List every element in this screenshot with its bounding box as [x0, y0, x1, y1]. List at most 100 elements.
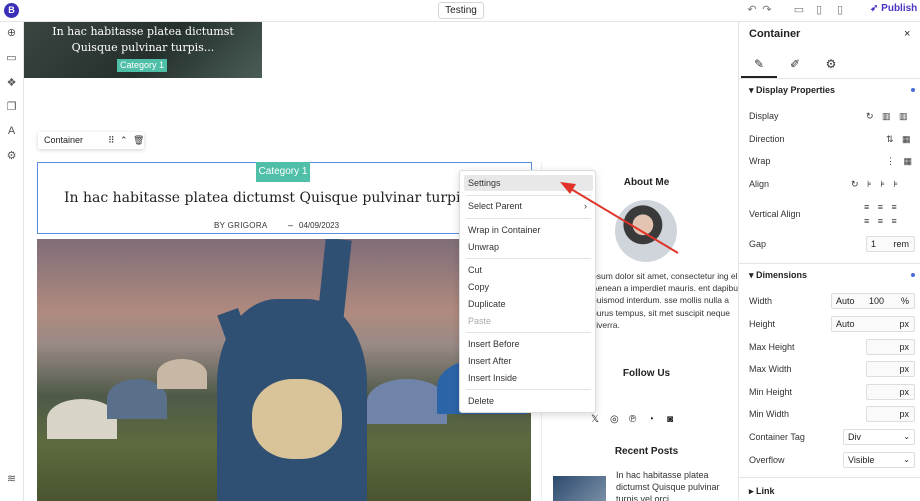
menu-item-insert-after[interactable]: Insert After [468, 353, 589, 369]
menu-item-settings[interactable]: Settings [464, 175, 593, 191]
gap-input[interactable]: 1 rem [866, 236, 915, 252]
chevron-down-icon: ⌄ [903, 455, 910, 464]
align-label: Align [749, 179, 770, 189]
layers-icon[interactable]: ≋ [5, 473, 18, 486]
height-input[interactable]: Auto px [831, 316, 915, 332]
menu-item-duplicate[interactable]: Duplicate [468, 296, 589, 312]
brush-icon: ✐ [789, 57, 801, 71]
gear-icon: ⚙ [825, 57, 837, 71]
redo-icon[interactable]: ↷ [761, 4, 773, 16]
recent-post-thumbnail[interactable] [553, 476, 606, 501]
left-sidebar: ⊕ ▭ ❖ ❐ A ⚙ ≋ [0, 22, 24, 501]
publish-button[interactable]: ➶ Publish [870, 3, 917, 14]
unit-label[interactable]: px [899, 407, 909, 421]
display-options[interactable]: ↻ ▥ ▥ [866, 111, 911, 122]
hero-category-tag[interactable]: Category 1 [117, 59, 167, 72]
messenger-icon[interactable]: ◔ [648, 414, 654, 425]
vertical-align-options-row1[interactable]: ≡ ≡ ≡ [864, 202, 900, 212]
about-avatar [615, 200, 677, 262]
unit-label[interactable]: px [899, 385, 909, 399]
menu-divider [466, 389, 591, 390]
typography-icon[interactable]: A [5, 125, 18, 138]
gap-value: 1 [871, 239, 877, 249]
width-input[interactable]: Auto 100 % [831, 293, 915, 309]
page-name-button[interactable]: Testing [438, 2, 484, 19]
menu-item-copy[interactable]: Copy [468, 279, 589, 295]
min-width-input[interactable]: px [866, 406, 915, 422]
panel-title: Container [749, 28, 801, 40]
dimensions-header[interactable]: ▾ Dimensions [749, 270, 807, 281]
recent-post-title[interactable]: In hac habitasse platea dictumst Quisque… [616, 469, 731, 501]
unit-label[interactable]: px [899, 340, 909, 354]
menu-item-insert-before[interactable]: Insert Before [468, 336, 589, 352]
top-toolbar: B Testing ↶ ↷ ▭ ▯ ▯ ➶ Publish [0, 0, 920, 22]
max-width-input[interactable]: px [866, 361, 915, 377]
width-unit[interactable]: % [901, 294, 909, 308]
max-height-input[interactable]: px [866, 339, 915, 355]
gap-unit[interactable]: rem [894, 237, 910, 251]
x-icon[interactable]: 𝕏 [591, 414, 599, 425]
delete-icon[interactable]: 🗑 [133, 132, 144, 149]
post-featured-image [37, 239, 531, 501]
unit-label[interactable]: px [899, 362, 909, 376]
pencil-icon: ✎ [753, 57, 765, 71]
tab-settings[interactable]: ⚙ [813, 54, 849, 78]
editor-canvas[interactable]: In hac habitasse platea dictumst Quisque… [24, 22, 738, 501]
max-height-label: Max Height [749, 342, 795, 352]
menu-item-insert-inside[interactable]: Insert Inside [468, 370, 589, 386]
instagram-icon[interactable]: ◎ [610, 414, 619, 425]
add-icon[interactable]: ⊕ [5, 27, 18, 40]
chevron-right-icon: › [584, 201, 587, 211]
panel-divider [739, 477, 920, 478]
menu-item-select-parent[interactable]: Select Parent › [468, 198, 589, 214]
post-category-tag[interactable]: Category 1 [256, 162, 310, 182]
height-mode[interactable]: Auto [836, 319, 855, 329]
components-icon[interactable]: ❖ [5, 77, 18, 90]
menu-item-cut[interactable]: Cut [468, 262, 589, 278]
modified-indicator [911, 273, 915, 277]
min-height-input[interactable]: px [866, 384, 915, 400]
max-width-label: Max Width [749, 364, 792, 374]
menu-item-wrap-in-container[interactable]: Wrap in Container [468, 222, 589, 238]
menu-divider [466, 258, 591, 259]
align-options[interactable]: ↻ ⊧ ⊧ ⊧ [851, 179, 901, 190]
container-tag-select[interactable]: Div ⌄ [843, 429, 915, 445]
pinterest-icon[interactable]: ℗ [629, 414, 636, 425]
chevron-down-icon: ⌄ [903, 432, 910, 441]
close-icon[interactable]: × [904, 28, 910, 40]
discord-icon[interactable]: ◙ [667, 414, 673, 425]
menu-item-paste: Paste [468, 316, 492, 326]
hero-post-card[interactable]: In hac habitasse platea dictumst Quisque… [24, 22, 262, 78]
settings-icon[interactable]: ⚙ [5, 150, 18, 163]
about-text: psum dolor sit amet, consectetur ing eli… [592, 271, 738, 330]
modified-indicator [911, 88, 915, 92]
width-value[interactable]: 100 [869, 294, 884, 308]
section-label: Dimensions [756, 270, 808, 280]
tablet-icon[interactable]: ▯ [813, 4, 825, 16]
drag-handle-icon[interactable]: ⠿ [108, 132, 115, 149]
tab-advanced[interactable]: ✐ [777, 54, 813, 78]
width-mode[interactable]: Auto [836, 296, 855, 306]
desktop-icon[interactable]: ▭ [793, 4, 805, 16]
layout-icon[interactable]: ▭ [5, 52, 18, 65]
byline-separator: – [288, 220, 294, 230]
height-unit[interactable]: px [899, 317, 909, 331]
direction-options[interactable]: ⇅ ▦ [886, 134, 914, 145]
link-header[interactable]: ▸ Link [749, 486, 775, 497]
container-toolbar: Container ⠿ ⌃ 🗑 [38, 132, 144, 149]
menu-item-delete[interactable]: Delete [468, 393, 589, 409]
context-menu: Settings Select Parent › Wrap in Contain… [459, 170, 596, 413]
select-parent-icon[interactable]: ⌃ [120, 132, 128, 149]
display-properties-header[interactable]: ▾ Display Properties [749, 85, 835, 96]
menu-item-unwrap[interactable]: Unwrap [468, 239, 589, 255]
overflow-select[interactable]: Visible ⌄ [843, 452, 915, 468]
app-logo[interactable]: B [4, 3, 19, 18]
tab-style[interactable]: ✎ [741, 54, 777, 78]
vertical-align-options-row2[interactable]: ≡ ≡ ≡ [864, 216, 900, 226]
wrap-options[interactable]: ⋮ ▦ [886, 156, 915, 167]
mobile-icon[interactable]: ▯ [834, 4, 846, 16]
width-label: Width [749, 296, 773, 306]
container-tag-value: Div [848, 432, 861, 442]
pages-icon[interactable]: ❐ [5, 101, 18, 114]
undo-icon[interactable]: ↶ [746, 4, 758, 16]
